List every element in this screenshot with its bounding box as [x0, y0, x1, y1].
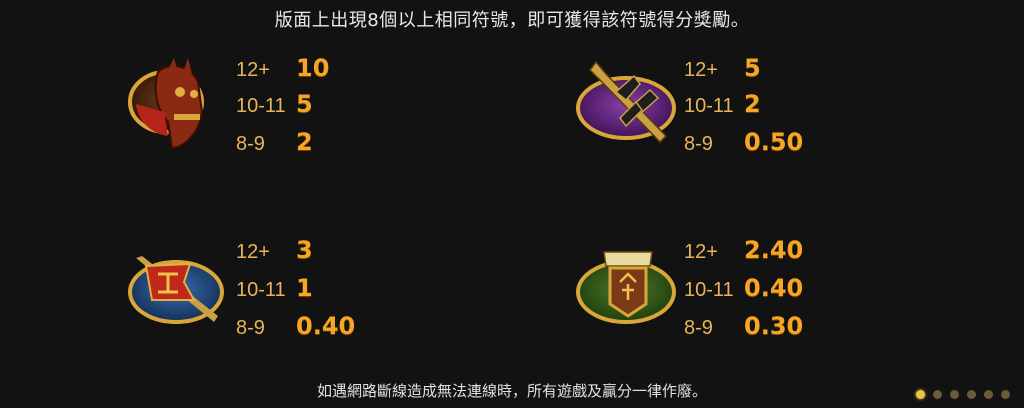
payout-value: 2	[296, 128, 313, 156]
payout-value: 2	[744, 90, 761, 118]
payout-value: 1	[296, 274, 313, 302]
page-indicator	[916, 390, 1010, 399]
count-label: 12+	[236, 59, 270, 81]
payout-value: 0.40	[744, 274, 804, 302]
page-dot-2[interactable]	[933, 390, 942, 399]
page-dot-4[interactable]	[967, 390, 976, 399]
page-dot-1[interactable]	[916, 390, 925, 399]
halberd-icon	[576, 60, 676, 144]
disconnect-disclaimer-text: 如遇網路斷線造成無法連線時，所有遊戲及贏分一律作廢。	[316, 382, 707, 400]
count-label: 10-11	[684, 95, 734, 117]
page-dot-3[interactable]	[950, 390, 959, 399]
payout-value: 10	[296, 54, 330, 82]
count-label: 8-9	[684, 317, 713, 339]
war-flag-icon	[128, 256, 224, 324]
payout-value: 5	[744, 54, 761, 82]
paytable-entry-war-flag: 12+ 3 10-11 1 8-9 0.40	[128, 234, 548, 354]
rules-header-text: 版面上出現8個以上相同符號，即可獲得該符號得分獎勵。	[274, 10, 750, 31]
payout-value: 0.30	[744, 312, 804, 340]
count-label: 12+	[684, 59, 718, 81]
page-dot-6[interactable]	[1001, 390, 1010, 399]
paytable-entry-horse: 12+ 10 10-11 5 8-9 2	[128, 52, 548, 172]
count-label: 12+	[236, 241, 270, 263]
payout-value: 5	[296, 90, 313, 118]
page-dot-5[interactable]	[984, 390, 993, 399]
count-label: 8-9	[236, 317, 265, 339]
count-label: 12+	[684, 241, 718, 263]
payout-value: 3	[296, 236, 313, 264]
count-label: 10-11	[236, 279, 286, 301]
army-seal-icon	[576, 251, 676, 324]
payout-value: 2.40	[744, 236, 804, 264]
paytable-entry-halberd: 12+ 5 10-11 2 8-9 0.50	[576, 52, 996, 172]
payout-value: 0.50	[744, 128, 804, 156]
count-label: 10-11	[236, 95, 286, 117]
count-label: 10-11	[684, 279, 734, 301]
horse-icon	[128, 58, 204, 150]
paytable-entry-army-seal: 12+ 2.40 10-11 0.40 8-9 0.30	[576, 234, 996, 354]
payout-value: 0.40	[296, 312, 356, 340]
count-label: 8-9	[236, 133, 265, 155]
count-label: 8-9	[684, 133, 713, 155]
